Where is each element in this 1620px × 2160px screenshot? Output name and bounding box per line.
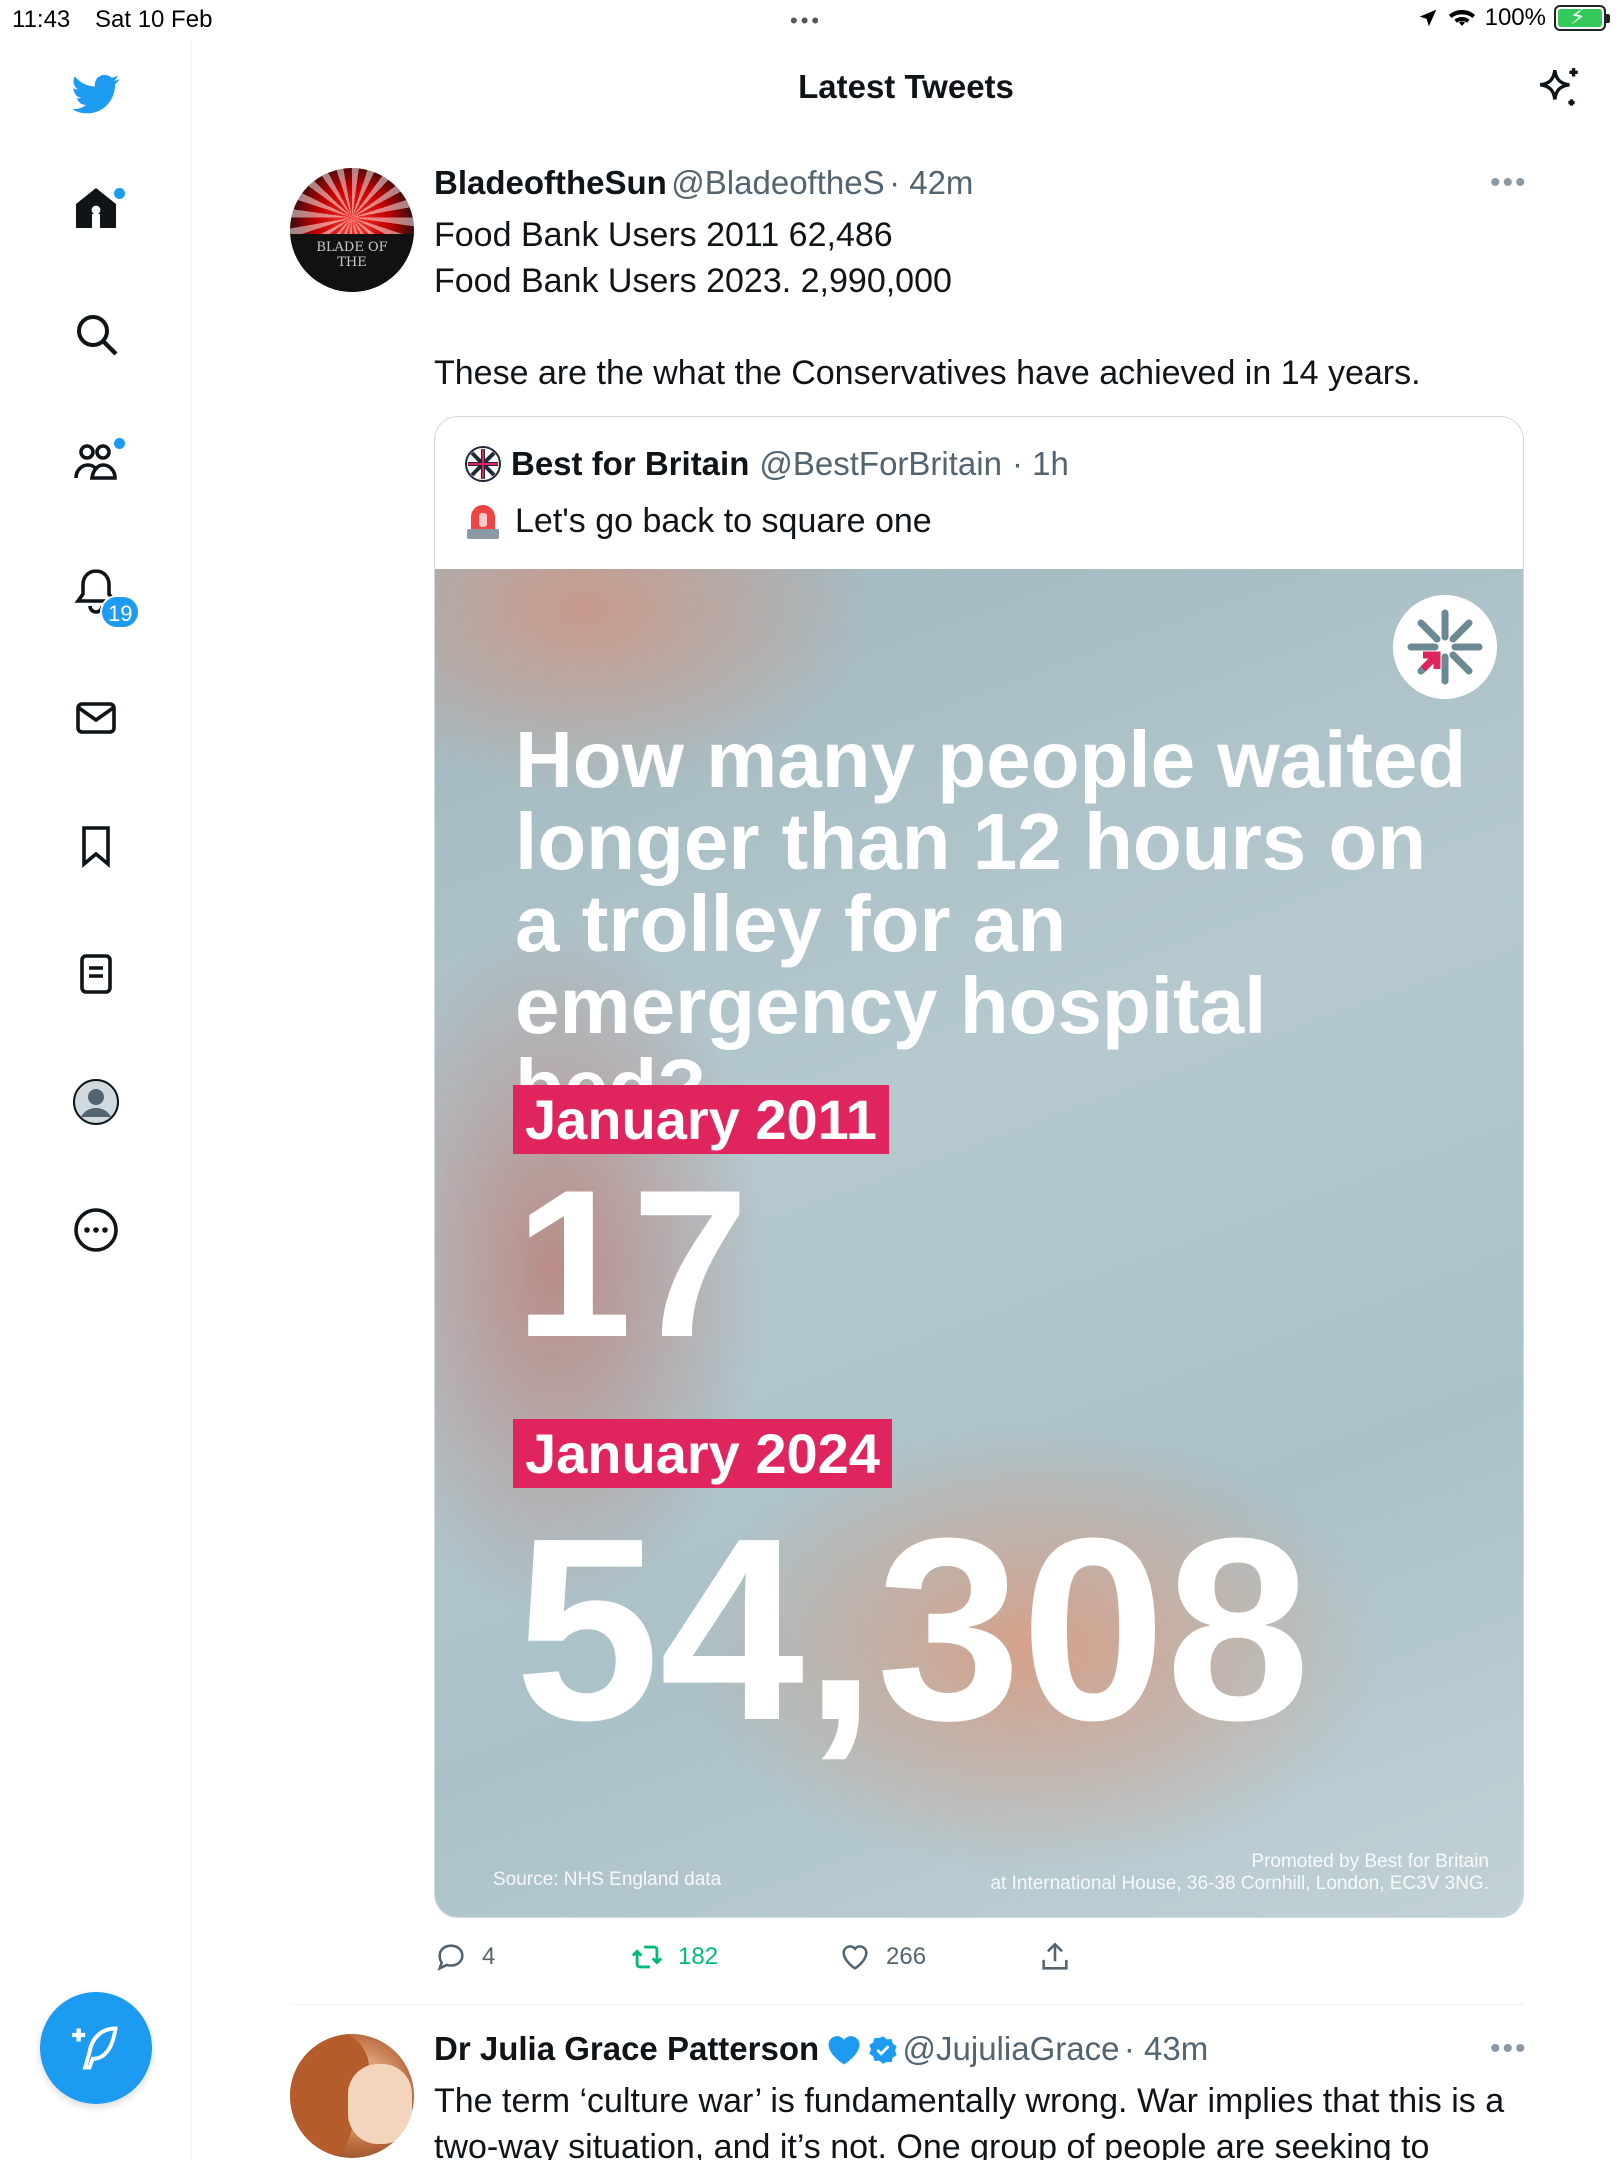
tweet-text: Food Bank Users 2011 62,486 Food Bank Us… bbox=[434, 216, 1421, 392]
battery-percent: 100% bbox=[1484, 4, 1546, 31]
quoted-tweet[interactable]: Best for Britain @BestForBritain · 1h Le… bbox=[434, 416, 1524, 1918]
nav-home[interactable] bbox=[68, 180, 125, 236]
share-button[interactable] bbox=[1038, 1940, 1072, 1974]
nav-more[interactable] bbox=[68, 1202, 124, 1258]
retweet-button[interactable]: 182 bbox=[630, 1940, 718, 1974]
retweet-icon bbox=[631, 1945, 663, 1969]
siren-icon bbox=[467, 505, 499, 539]
heart-icon bbox=[842, 1945, 868, 1970]
media-headline: How many people waited longer than 12 ho… bbox=[515, 715, 1467, 1129]
quoted-media-image[interactable]: How many people waited longer than 12 ho… bbox=[435, 569, 1523, 1917]
media-label-2024: January 2024 bbox=[513, 1419, 892, 1488]
twitter-logo-icon[interactable] bbox=[68, 66, 124, 122]
reply-count: 4 bbox=[482, 1943, 496, 1970]
nav-bookmarks[interactable] bbox=[68, 818, 124, 874]
quoted-author-name: Best for Britain bbox=[511, 445, 750, 482]
verified-badge-icon bbox=[869, 2036, 897, 2064]
share-icon bbox=[1042, 1942, 1068, 1970]
blue-heart-icon bbox=[828, 2036, 860, 2065]
tweet-avatar-2[interactable] bbox=[290, 2034, 414, 2158]
media-value-2011: 17 bbox=[515, 1146, 749, 1381]
quoted-text: Let's go back to square one bbox=[515, 501, 932, 540]
media-promo-line1: Promoted by Best for Britain bbox=[1251, 1851, 1489, 1872]
mail-icon bbox=[76, 702, 116, 734]
reply-button[interactable]: 4 bbox=[434, 1940, 495, 1974]
status-right: 100% ⚡ bbox=[1417, 4, 1610, 32]
status-time: 11:43 bbox=[12, 6, 71, 33]
best-for-britain-logo-icon bbox=[1393, 595, 1497, 699]
tweet-more-icon[interactable]: ••• bbox=[1490, 166, 1528, 200]
nav-lists[interactable] bbox=[68, 946, 124, 1002]
battery-icon: ⚡ bbox=[1554, 4, 1610, 31]
search-icon bbox=[77, 315, 118, 356]
wifi-icon bbox=[1448, 10, 1475, 26]
page-title: Latest Tweets bbox=[798, 68, 1014, 105]
nav-communities[interactable] bbox=[68, 434, 125, 490]
tweet-more-icon[interactable]: ••• bbox=[1490, 2032, 1528, 2066]
home-notification-dot bbox=[114, 188, 125, 199]
union-flag-avatar-icon bbox=[465, 446, 501, 482]
tweet-header-2: Dr Julia Grace Patterson @JujuliaGrace ·… bbox=[434, 2030, 1524, 2068]
tweet-author-handle[interactable]: @JujuliaGrace bbox=[903, 2030, 1120, 2067]
sparkle-icon[interactable] bbox=[1534, 64, 1584, 114]
quoted-tweet-header: Best for Britain @BestForBritain · 1h bbox=[465, 445, 1069, 483]
tweet-actions: 4 182 266 bbox=[434, 1940, 1134, 1980]
status-bar: 11:43 Sat 10 Feb ••• 100% ⚡ bbox=[0, 0, 1620, 40]
avatar-text: BLADE OF THE bbox=[316, 240, 388, 270]
quoted-timestamp: · 1h bbox=[1011, 445, 1069, 482]
media-source: Source: NHS England data bbox=[493, 1869, 722, 1890]
tweet-header: BladeoftheSun @BladeoftheS · 42m bbox=[434, 164, 1524, 202]
feather-plus-icon bbox=[72, 2026, 118, 2070]
tweet-timestamp[interactable]: · 42m bbox=[889, 164, 973, 201]
nav-profile[interactable] bbox=[68, 1074, 124, 1130]
media-promo-line2: at International House, 36-38 Cornhill, … bbox=[990, 1873, 1489, 1894]
media-value-2024: 54,308 bbox=[515, 1485, 1311, 1775]
tweet-divider bbox=[290, 2004, 1524, 2005]
nav-messages[interactable] bbox=[68, 690, 124, 746]
bookmark-icon bbox=[82, 826, 110, 868]
profile-avatar-icon bbox=[73, 1079, 119, 1125]
sidebar: 19 bbox=[0, 40, 192, 2160]
more-circle-icon bbox=[74, 1208, 118, 1252]
tweet-author-handle[interactable]: @BladeoftheS bbox=[671, 164, 884, 201]
reply-icon bbox=[437, 1944, 464, 1971]
nav-explore[interactable] bbox=[68, 306, 124, 362]
tweet-timestamp[interactable]: · 43m bbox=[1124, 2030, 1208, 2067]
like-button[interactable]: 266 bbox=[838, 1940, 926, 1974]
list-icon bbox=[80, 954, 112, 994]
communities-icon bbox=[74, 444, 117, 480]
like-count: 266 bbox=[886, 1943, 927, 1970]
media-promo: Promoted by Best for Britain at Internat… bbox=[990, 1851, 1489, 1895]
quoted-text-row: Let's go back to square one bbox=[465, 501, 932, 541]
tweet-avatar[interactable]: BLADE OF THE bbox=[290, 168, 414, 292]
communities-notification-dot bbox=[114, 438, 125, 449]
media-label-2011: January 2011 bbox=[513, 1085, 889, 1154]
notifications-badge: 19 bbox=[100, 595, 141, 629]
quoted-author-handle: @BestForBritain bbox=[759, 445, 1002, 482]
location-icon bbox=[1419, 9, 1436, 27]
tweet-author-name[interactable]: BladeoftheSun bbox=[434, 164, 667, 201]
tweet-author-name[interactable]: Dr Julia Grace Patterson bbox=[434, 2030, 819, 2067]
status-date: Sat 10 Feb bbox=[95, 6, 213, 33]
retweet-count: 182 bbox=[678, 1943, 719, 1970]
tweet-text-2: The term ‘culture war’ is fundamentally … bbox=[434, 2082, 1505, 2160]
multitasking-dots-icon[interactable]: ••• bbox=[790, 8, 822, 34]
home-icon bbox=[76, 188, 116, 228]
compose-tweet-button[interactable] bbox=[40, 1992, 152, 2104]
